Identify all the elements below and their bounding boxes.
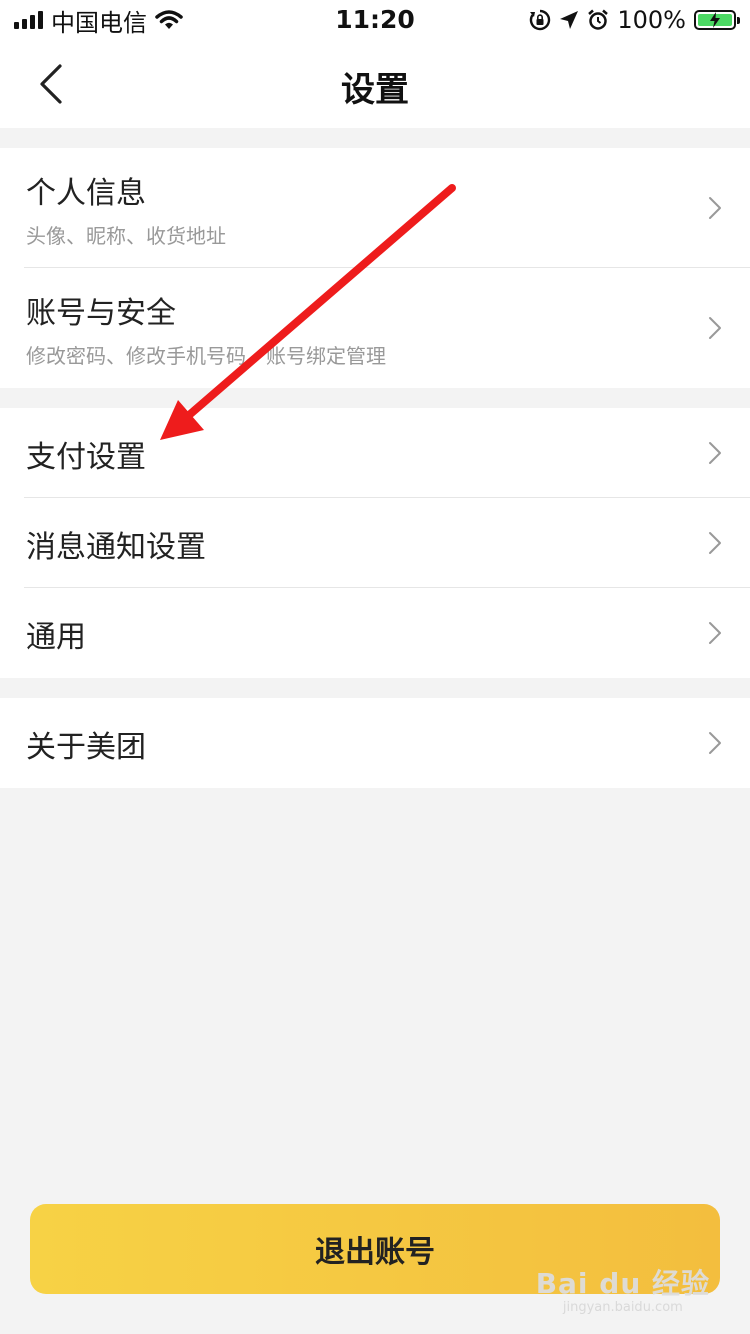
- settings-item-label: 消息通知设置: [26, 530, 206, 565]
- settings-item-subtitle: 头像、昵称、收货地址: [26, 224, 226, 248]
- battery-percentage: 100%: [617, 6, 686, 34]
- watermark-url: jingyan.baidu.com: [562, 1300, 683, 1315]
- settings-item-subtitle: 修改密码、修改手机号码、账号绑定管理: [26, 344, 386, 368]
- status-bar: 中国电信 11:20 100%: [0, 0, 750, 40]
- battery-charging-icon: [694, 10, 740, 30]
- location-icon: [560, 11, 579, 29]
- chevron-right-icon: [709, 732, 721, 754]
- settings-item-general[interactable]: 通用: [0, 588, 750, 678]
- chevron-right-icon: [709, 197, 721, 219]
- chevron-right-icon: [709, 532, 721, 554]
- chevron-right-icon: [709, 442, 721, 464]
- settings-item-payment[interactable]: 支付设置: [0, 408, 750, 498]
- settings-item-label: 个人信息: [26, 176, 146, 211]
- alarm-icon: [588, 9, 609, 30]
- settings-item-personal-info[interactable]: 个人信息 头像、昵称、收货地址: [0, 148, 750, 268]
- settings-item-label: 账号与安全: [26, 296, 176, 331]
- watermark-logo: Bai du 经验: [535, 1267, 710, 1300]
- settings-group-account: 个人信息 头像、昵称、收货地址 账号与安全 修改密码、修改手机号码、账号绑定管理: [0, 148, 750, 388]
- settings-item-label: 支付设置: [26, 440, 146, 475]
- settings-item-label: 关于美团: [26, 730, 146, 765]
- status-right: 100%: [529, 6, 740, 34]
- settings-group-about: 关于美团: [0, 698, 750, 788]
- settings-group-general: 支付设置 消息通知设置 通用: [0, 408, 750, 678]
- settings-item-account-security[interactable]: 账号与安全 修改密码、修改手机号码、账号绑定管理: [0, 268, 750, 388]
- rotation-lock-icon: [530, 9, 551, 31]
- navigation-bar: 设置: [0, 40, 750, 128]
- watermark: Bai du 经验 jingyan.baidu.com: [536, 1262, 710, 1315]
- page-title: 设置: [341, 70, 409, 110]
- chevron-right-icon: [709, 317, 721, 339]
- chevron-right-icon: [709, 622, 721, 644]
- settings-item-notifications[interactable]: 消息通知设置: [0, 498, 750, 588]
- settings-item-label: 通用: [26, 620, 86, 655]
- settings-item-about[interactable]: 关于美团: [0, 698, 750, 788]
